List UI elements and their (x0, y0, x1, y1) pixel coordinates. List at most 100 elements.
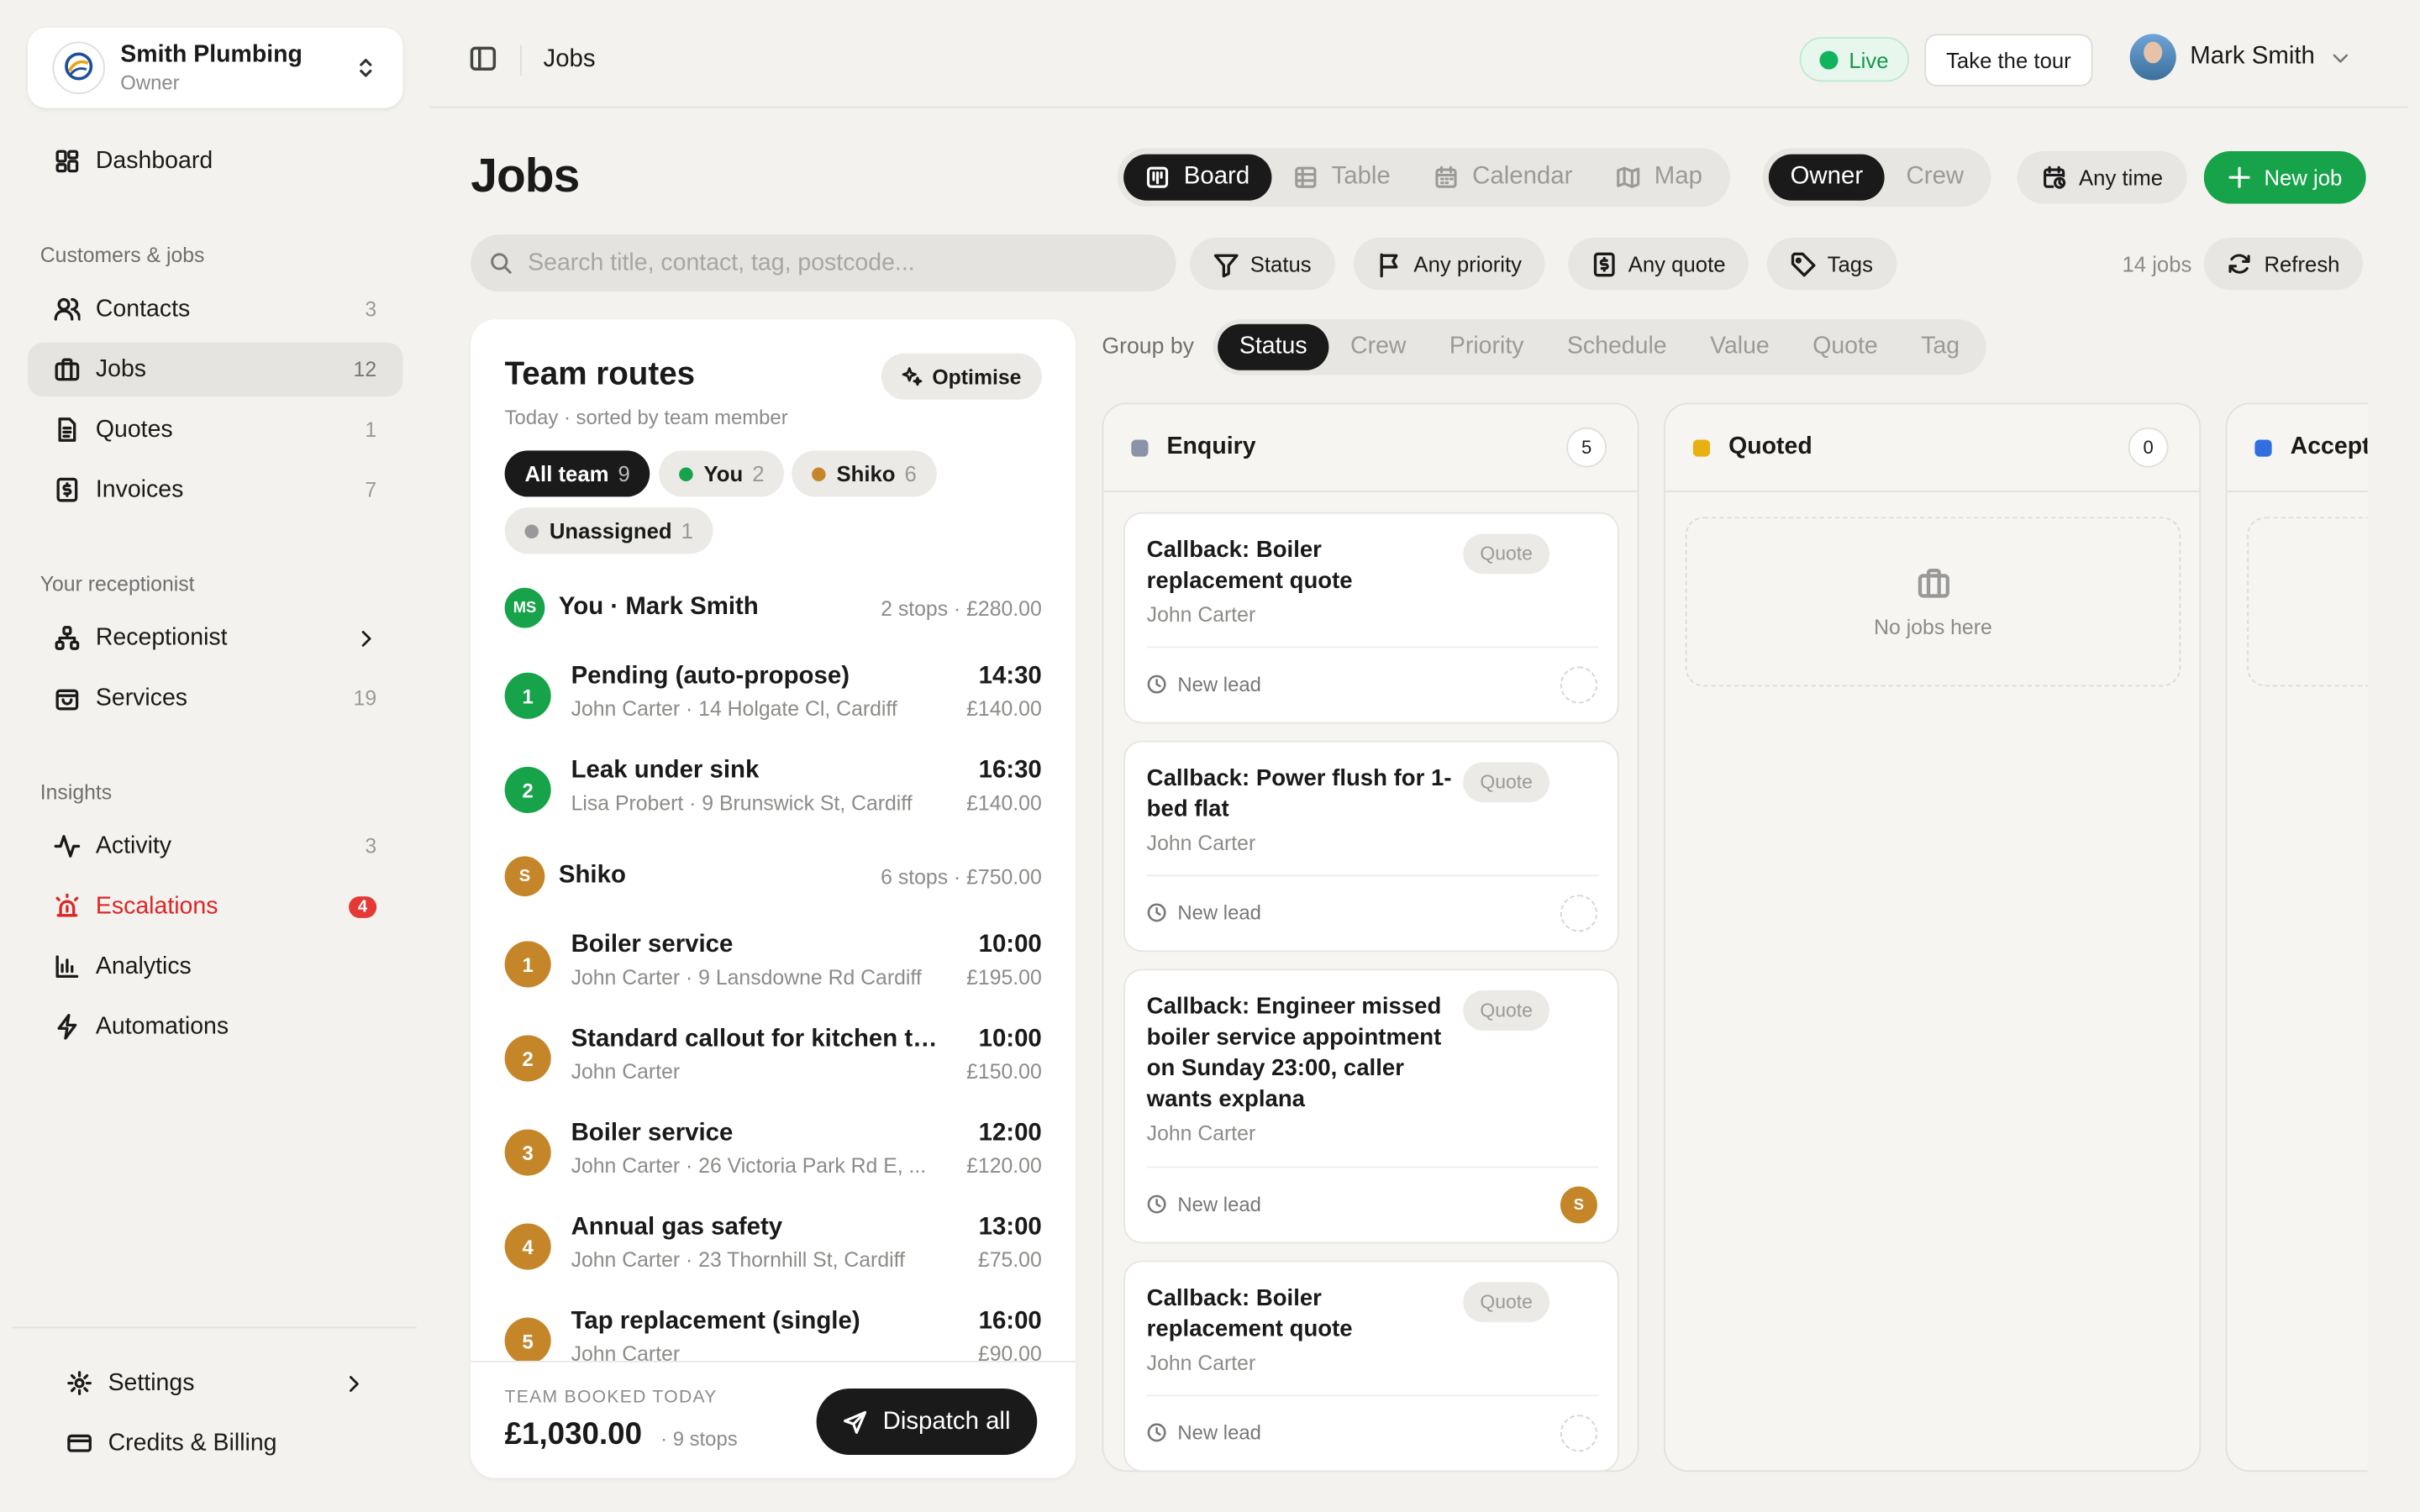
column-title: Enquiry (1166, 433, 1256, 460)
sidebar-item-automations[interactable]: Automations (28, 1000, 402, 1053)
view-calendar[interactable]: Calendar (1412, 155, 1594, 201)
optimise-button[interactable]: Optimise (881, 353, 1042, 400)
status-label: New lead (1177, 672, 1261, 696)
filter-pill-shiko[interactable]: Shiko 6 (792, 450, 937, 497)
empty-column-dropzone[interactable] (2247, 517, 2368, 687)
sidebar-item-services[interactable]: Services 19 (28, 671, 402, 725)
priority-filter[interactable]: Any priority (1353, 237, 1545, 291)
sidebar-item-escalations[interactable]: Escalations 4 (28, 879, 402, 933)
view-board[interactable]: Board (1123, 154, 1271, 201)
empty-text: No jobs here (1874, 614, 1992, 638)
live-status-badge[interactable]: Live (1799, 37, 1909, 82)
route-stop[interactable]: 4 Annual gas safety John Carter · 23 Thorn… (504, 1214, 1042, 1282)
status-filter[interactable]: Status (1190, 237, 1335, 291)
sidebar-item-count: 1 (365, 417, 377, 442)
view-map[interactable]: Map (1594, 155, 1724, 201)
filter-pill-all-team[interactable]: All team 9 (504, 450, 650, 497)
route-stop[interactable]: 1 Boiler service John Carter · 9 Lansdowne… (504, 932, 1042, 1000)
role-switcher: Owner Crew (1762, 148, 1992, 207)
group-by-crew[interactable]: Crew (1328, 324, 1428, 370)
view-table[interactable]: Table (1271, 155, 1413, 201)
group-by-tag[interactable]: Tag (1899, 324, 1981, 370)
chevron-down-icon (2333, 53, 2348, 62)
group-by-schedule[interactable]: Schedule (1545, 324, 1688, 370)
route-stop[interactable]: 1 Pending (auto-propose) John Carter · 14 … (504, 664, 1042, 732)
company-switcher[interactable]: Smith Plumbing Owner (28, 28, 403, 108)
stop-price: £150.00 (966, 1059, 1042, 1084)
sidebar-toggle-icon[interactable] (469, 45, 497, 72)
search-placeholder: Search title, contact, tag, postcode... (528, 249, 915, 276)
job-card[interactable]: Callback: Engineer missed boiler service… (1123, 969, 1619, 1244)
filter-label: Status (1249, 251, 1312, 276)
section-insights: Insights (39, 780, 113, 804)
clock-icon (1147, 903, 1166, 922)
role-owner[interactable]: Owner (1768, 154, 1885, 201)
sidebar-item-receptionist[interactable]: Receptionist (28, 611, 402, 664)
status-dot (524, 523, 539, 538)
column-title: Accepted (2290, 433, 2368, 460)
sidebar-item-contacts[interactable]: Contacts 3 (28, 282, 402, 336)
assignee-avatar[interactable]: S (1560, 1186, 1597, 1224)
sidebar-item-dashboard[interactable]: Dashboard (28, 134, 402, 188)
send-icon (844, 1410, 867, 1434)
job-card[interactable]: Callback: Boiler replacement quote Quote J… (1123, 1260, 1619, 1473)
group-by-quote[interactable]: Quote (1791, 324, 1899, 370)
group-by-status[interactable]: Status (1218, 323, 1329, 370)
sidebar-item-label: Automations (95, 1012, 229, 1040)
activity-icon (54, 835, 81, 858)
status-label: New lead (1177, 1192, 1261, 1216)
filter-pill-you[interactable]: You 2 (659, 450, 785, 497)
routes-title: Team routes (504, 356, 696, 392)
assign-placeholder[interactable] (1560, 895, 1597, 932)
pill-count: 6 (904, 461, 917, 486)
filter-label: Tags (1827, 251, 1873, 276)
sidebar-item-settings[interactable]: Settings (40, 1356, 391, 1410)
dispatch-all-button[interactable]: Dispatch all (816, 1389, 1037, 1456)
role-crew[interactable]: Crew (1885, 155, 1986, 201)
job-card-contact: John Carter (1146, 831, 1256, 855)
sidebar-divider (12, 1326, 417, 1329)
any-time-filter[interactable]: Any time (2017, 150, 2188, 204)
group-by-value[interactable]: Value (1688, 324, 1791, 370)
route-stop[interactable]: 3 Boiler service John Carter · 26 Victoria… (504, 1120, 1042, 1188)
empty-column-dropzone[interactable]: No jobs here (1685, 517, 2181, 687)
card-divider (1146, 1166, 1599, 1168)
group-by-label: Group by (1102, 334, 1194, 360)
sidebar-item-analytics[interactable]: Analytics (28, 940, 402, 994)
team-booked-stops: · 9 stops (660, 1426, 738, 1451)
assign-placeholder[interactable] (1560, 666, 1597, 704)
sidebar-item-quotes[interactable]: Quotes 1 (28, 402, 402, 456)
stop-number: 2 (504, 766, 551, 813)
column-color-dot (1131, 438, 1149, 456)
bag-icon (55, 689, 79, 711)
route-stop[interactable]: 2 Standard callout for kitchen ta... John … (504, 1026, 1042, 1094)
user-menu[interactable]: Mark Smith (2129, 34, 2350, 81)
sidebar-item-count: 3 (365, 297, 377, 322)
sidebar-item-count: 19 (353, 686, 377, 710)
route-stop[interactable]: 2 Leak under sink Lisa Probert · 9 Brunswi… (504, 758, 1042, 826)
new-job-button[interactable]: New job (2203, 150, 2365, 204)
sidebar-item-jobs[interactable]: Jobs 12 (28, 342, 403, 397)
sidebar-item-label: Jobs (95, 355, 147, 382)
job-card[interactable]: Callback: Power flush for 1-bed flat Quot… (1123, 740, 1619, 953)
assign-placeholder[interactable] (1560, 1415, 1597, 1452)
filter-pill-unassigned[interactable]: Unassigned 1 (504, 507, 713, 554)
tags-filter[interactable]: Tags (1767, 237, 1897, 291)
chevron-right-icon (361, 630, 371, 646)
sidebar-item-activity[interactable]: Activity 3 (28, 819, 402, 873)
search-input[interactable]: Search title, contact, tag, postcode... (471, 234, 1176, 292)
stop-time: 16:00 (978, 1308, 1042, 1335)
member-summary: 6 stops · £750.00 (881, 864, 1042, 889)
job-card[interactable]: Callback: Boiler replacement quote Quote J… (1123, 512, 1619, 724)
sidebar-item-billing[interactable]: Credits & Billing (40, 1416, 391, 1470)
group-by-priority[interactable]: Priority (1428, 324, 1545, 370)
bar-chart-icon (55, 955, 79, 979)
status-dot (812, 466, 826, 481)
refresh-button[interactable]: Refresh (2203, 237, 2364, 291)
quote-badge: Quote (1463, 762, 1550, 803)
sidebar-item-invoices[interactable]: Invoices 7 (28, 463, 402, 517)
job-card-title: Callback: Power flush for 1-bed flat (1146, 765, 1452, 822)
take-tour-button[interactable]: Take the tour (1924, 34, 2093, 87)
quote-filter[interactable]: Any quote (1568, 237, 1749, 291)
quote-badge: Quote (1463, 533, 1550, 575)
